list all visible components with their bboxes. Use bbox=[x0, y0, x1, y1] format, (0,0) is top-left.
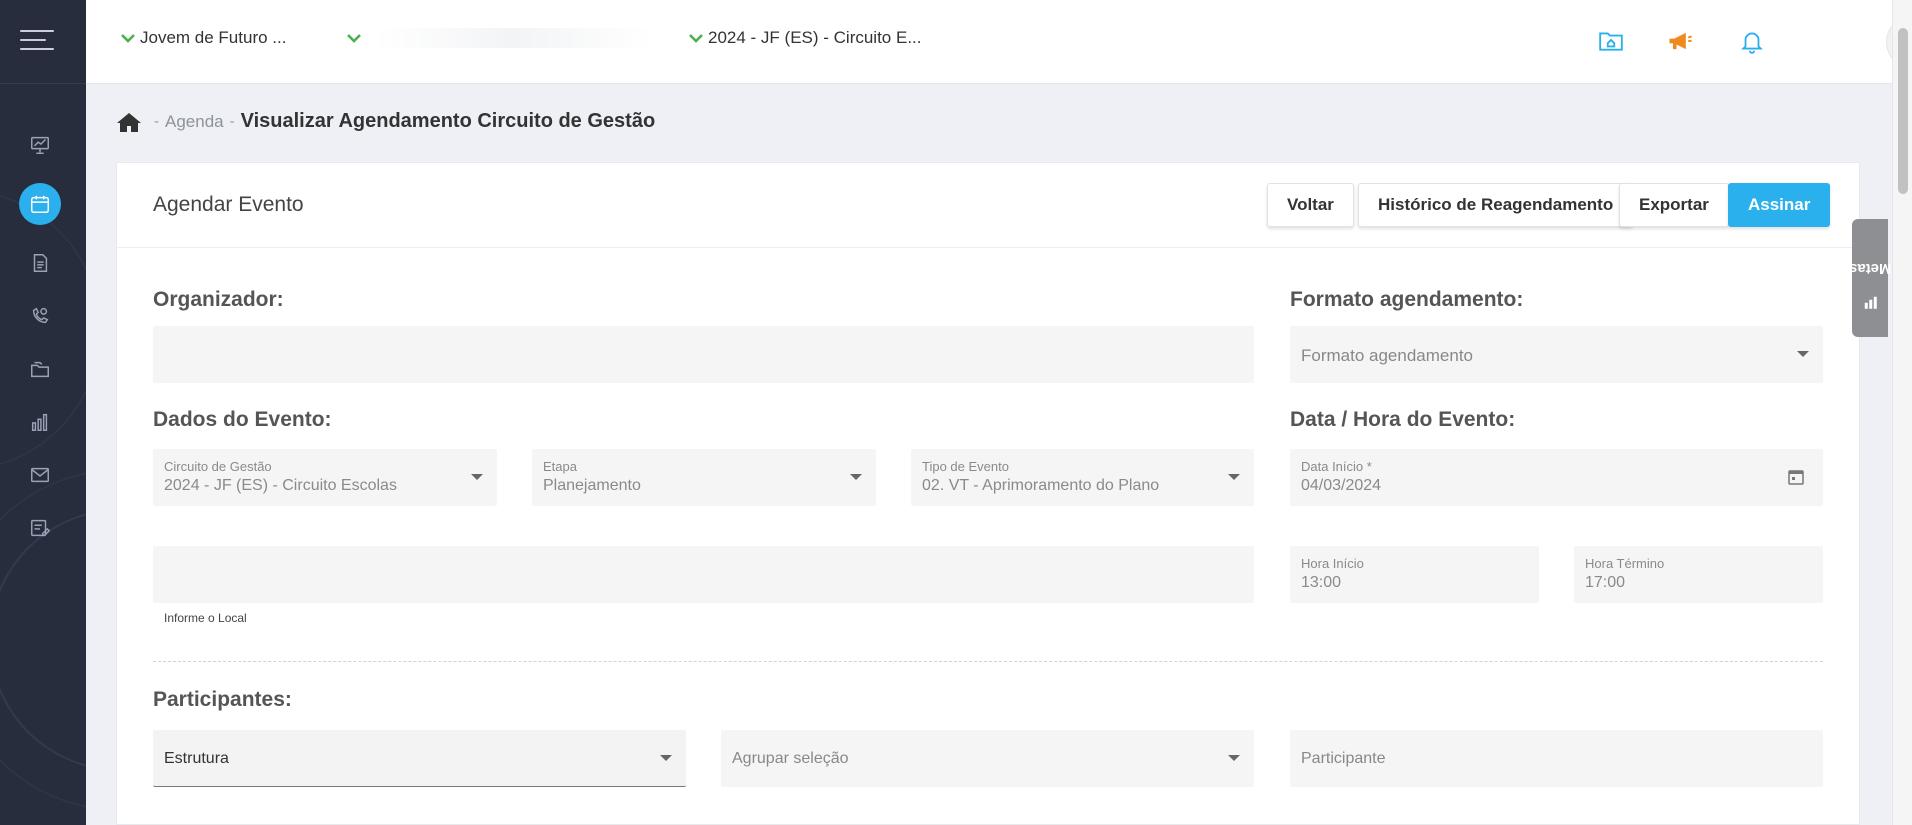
stage-select[interactable]: Etapa Planejamento bbox=[532, 449, 876, 506]
format-placeholder: Formato agendamento bbox=[1301, 346, 1473, 365]
start-date-label: Data Início * bbox=[1301, 459, 1372, 474]
breadcrumb-separator: - bbox=[154, 113, 159, 130]
sign-button[interactable]: Assinar bbox=[1728, 183, 1831, 227]
format-select[interactable]: Formato agendamento bbox=[1290, 326, 1823, 383]
start-time-label: Hora Início bbox=[1301, 556, 1364, 571]
sidebar-item-agenda[interactable] bbox=[19, 183, 61, 225]
group-selection-placeholder: Agrupar seleção bbox=[732, 750, 849, 767]
structure-placeholder: Estrutura bbox=[164, 750, 229, 767]
document-icon bbox=[33, 254, 48, 272]
page-title: Visualizar Agendamento Circuito de Gestã… bbox=[240, 110, 656, 132]
list-edit-icon bbox=[31, 519, 51, 537]
home-icon[interactable] bbox=[116, 111, 142, 133]
circuit-select[interactable]: Circuito de Gestão 2024 - JF (ES) - Circ… bbox=[153, 449, 497, 506]
event-data-label: Dados do Evento: bbox=[153, 408, 332, 431]
participant-placeholder: Participante bbox=[1301, 750, 1386, 767]
presentation-chart-icon bbox=[31, 136, 49, 154]
organizer-field[interactable] bbox=[153, 326, 1254, 383]
card-title: Agendar Evento bbox=[153, 193, 304, 216]
circuit-selector-value: 2024 - JF (ES) - Circuito E... bbox=[708, 28, 922, 47]
group-selection-select[interactable]: Agrupar seleção bbox=[721, 730, 1254, 787]
event-card: Agendar Evento Voltar Histórico de Reage… bbox=[116, 162, 1860, 825]
sidebar-item-contacts[interactable] bbox=[19, 295, 61, 337]
caret-down-icon bbox=[660, 755, 672, 761]
start-date-field[interactable]: Data Início * 04/03/2024 bbox=[1290, 449, 1823, 506]
scrollbar-thumb[interactable] bbox=[1898, 28, 1908, 194]
sidebar bbox=[0, 0, 86, 825]
location-field[interactable] bbox=[153, 546, 1254, 603]
breadcrumb-separator: - bbox=[229, 113, 235, 130]
event-type-value: 02. VT - Aprimoramento do Plano bbox=[922, 477, 1160, 494]
top-bar: Jovem de Futuro ... 2024 - JF (ES) - Cir… bbox=[86, 0, 1912, 84]
back-button[interactable]: Voltar bbox=[1267, 183, 1354, 227]
organizer-label: Organizador: bbox=[153, 288, 284, 311]
sidebar-item-folders[interactable] bbox=[19, 348, 61, 390]
event-type-label: Tipo de Evento bbox=[922, 459, 1009, 474]
caret-down-icon bbox=[1228, 755, 1240, 761]
folder-home-icon[interactable] bbox=[1594, 24, 1628, 58]
export-button[interactable]: Exportar bbox=[1619, 183, 1729, 227]
chevron-down-icon bbox=[689, 34, 703, 43]
bar-chart-icon bbox=[31, 413, 48, 431]
sidebar-item-reports[interactable] bbox=[19, 401, 61, 443]
end-time-label: Hora Término bbox=[1585, 556, 1665, 571]
folders-icon bbox=[31, 361, 49, 378]
sidebar-item-tasks[interactable] bbox=[19, 507, 61, 549]
structure-select[interactable]: Estrutura bbox=[153, 730, 686, 787]
bell-icon[interactable] bbox=[1735, 24, 1769, 58]
sidebar-item-documents[interactable] bbox=[19, 242, 61, 284]
mail-icon bbox=[31, 467, 49, 483]
program-selector[interactable]: Jovem de Futuro ... bbox=[120, 28, 286, 48]
stage-label: Etapa bbox=[543, 459, 577, 474]
chevron-down-icon bbox=[121, 34, 135, 43]
start-date-value: 04/03/2024 bbox=[1301, 477, 1382, 494]
chevron-down-icon bbox=[347, 34, 361, 43]
end-time-field[interactable]: Hora Término 17:00 bbox=[1574, 546, 1823, 603]
start-time-field[interactable]: Hora Início 13:00 bbox=[1290, 546, 1539, 603]
phone-user-icon bbox=[32, 307, 49, 324]
calendar-icon bbox=[31, 195, 49, 213]
caret-down-icon bbox=[1228, 474, 1240, 480]
participant-input[interactable]: Participante bbox=[1290, 730, 1823, 787]
bar-chart-icon bbox=[1864, 296, 1876, 309]
circuit-value: 2024 - JF (ES) - Circuito Escolas bbox=[164, 477, 397, 494]
section-divider bbox=[153, 661, 1823, 662]
goals-side-tab[interactable]: Metas bbox=[1849, 219, 1891, 337]
sidebar-divider bbox=[0, 83, 86, 84]
page-scrollbar[interactable] bbox=[1892, 0, 1912, 825]
megaphone-icon[interactable] bbox=[1663, 24, 1697, 58]
start-time-value: 13:00 bbox=[1301, 574, 1342, 591]
caret-down-icon bbox=[471, 474, 483, 480]
format-label: Formato agendamento: bbox=[1290, 288, 1524, 311]
sidebar-item-messages[interactable] bbox=[19, 454, 61, 496]
end-time-value: 17:00 bbox=[1585, 574, 1626, 591]
stage-value: Planejamento bbox=[543, 477, 641, 494]
caret-down-icon bbox=[850, 474, 862, 480]
sidebar-item-dashboard[interactable] bbox=[19, 124, 61, 166]
participants-label: Participantes: bbox=[153, 688, 292, 711]
breadcrumb: - Agenda - Visualizar Agendamento Circui… bbox=[116, 110, 655, 133]
circuit-selector[interactable]: 2024 - JF (ES) - Circuito E... bbox=[688, 28, 922, 48]
program-selector-value: Jovem de Futuro ... bbox=[140, 28, 287, 47]
location-helper-text: Informe o Local bbox=[164, 611, 247, 625]
caret-down-icon bbox=[1797, 351, 1809, 357]
region-selector-value bbox=[374, 28, 654, 48]
goals-tab-label: Metas bbox=[1848, 259, 1892, 277]
reschedule-history-button[interactable]: Histórico de Reagendamento bbox=[1358, 183, 1634, 227]
menu-toggle-icon[interactable] bbox=[20, 30, 54, 56]
card-header: Agendar Evento Voltar Histórico de Reage… bbox=[117, 163, 1859, 248]
calendar-icon[interactable] bbox=[1787, 468, 1805, 486]
region-selector[interactable] bbox=[346, 28, 654, 48]
event-type-select[interactable]: Tipo de Evento 02. VT - Aprimoramento do… bbox=[911, 449, 1254, 506]
datetime-label: Data / Hora do Evento: bbox=[1290, 408, 1516, 431]
circuit-label: Circuito de Gestão bbox=[164, 459, 272, 474]
breadcrumb-agenda[interactable]: Agenda bbox=[165, 112, 224, 132]
